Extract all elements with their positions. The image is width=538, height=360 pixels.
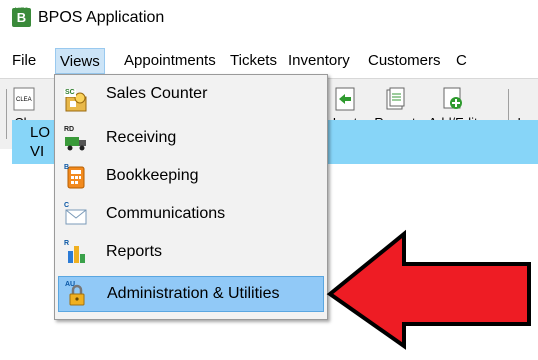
menu-customers[interactable]: Customers — [364, 48, 445, 74]
bookkeeping-label: Bookkeeping — [106, 167, 199, 184]
administration-utilities-label: Administration & Utilities — [107, 285, 280, 302]
toolbar-separator — [6, 89, 7, 139]
receiving-truck-icon: RD — [64, 126, 88, 151]
menu-inventory[interactable]: Inventory — [284, 48, 354, 74]
sales-counter-icon: SC — [64, 89, 88, 113]
calculator-icon: B — [64, 164, 88, 189]
recent-docs-icon — [384, 87, 406, 111]
menu-item-receiving[interactable]: RD Receiving — [58, 121, 324, 157]
inventory-icon — [515, 87, 537, 111]
menu-item-reports[interactable]: R Reports — [58, 235, 324, 271]
menu-tickets[interactable]: Tickets — [226, 48, 281, 74]
padlock-icon: AU — [65, 281, 89, 307]
last-page-icon — [334, 87, 356, 111]
window-title: BPOS Application — [38, 9, 165, 26]
info-line-2: VI — [30, 143, 45, 160]
red-arrow-annotation — [300, 228, 538, 352]
menu-item-communications[interactable]: C Communications — [58, 197, 324, 233]
sales-counter-label: Sales Counter — [106, 85, 208, 102]
clear-icon: CLEA — [13, 87, 35, 111]
reports-label: Reports — [106, 243, 163, 260]
add-document-icon — [442, 87, 464, 111]
menu-views[interactable]: Views — [55, 48, 105, 74]
menu-item-administration-utilities[interactable]: AU Administration & Utilities — [58, 276, 324, 312]
menu-file[interactable]: File — [8, 48, 40, 74]
bar-chart-icon: R — [64, 240, 88, 265]
app-logo-icon: NITS B — [12, 8, 31, 27]
title-bar: NITS B BPOS Application — [0, 0, 538, 40]
svg-text:CLEA: CLEA — [16, 97, 32, 103]
communications-label: Communications — [106, 205, 226, 222]
envelope-icon: C — [64, 202, 88, 227]
menu-bar: File Views Appointments Tickets Inventor… — [0, 40, 538, 78]
receiving-label: Receiving — [106, 129, 177, 146]
menu-appointments[interactable]: Appointments — [120, 48, 220, 74]
menu-item-bookkeeping[interactable]: B Bookkeeping — [58, 159, 324, 195]
menu-item-sales-counter[interactable]: SC Sales Counter — [58, 83, 324, 119]
info-line-1: LO — [30, 124, 51, 141]
views-dropdown-menu: SC Sales Counter RD Receiving B Bookkeep… — [54, 74, 328, 320]
menu-overflow[interactable]: C — [452, 48, 471, 74]
